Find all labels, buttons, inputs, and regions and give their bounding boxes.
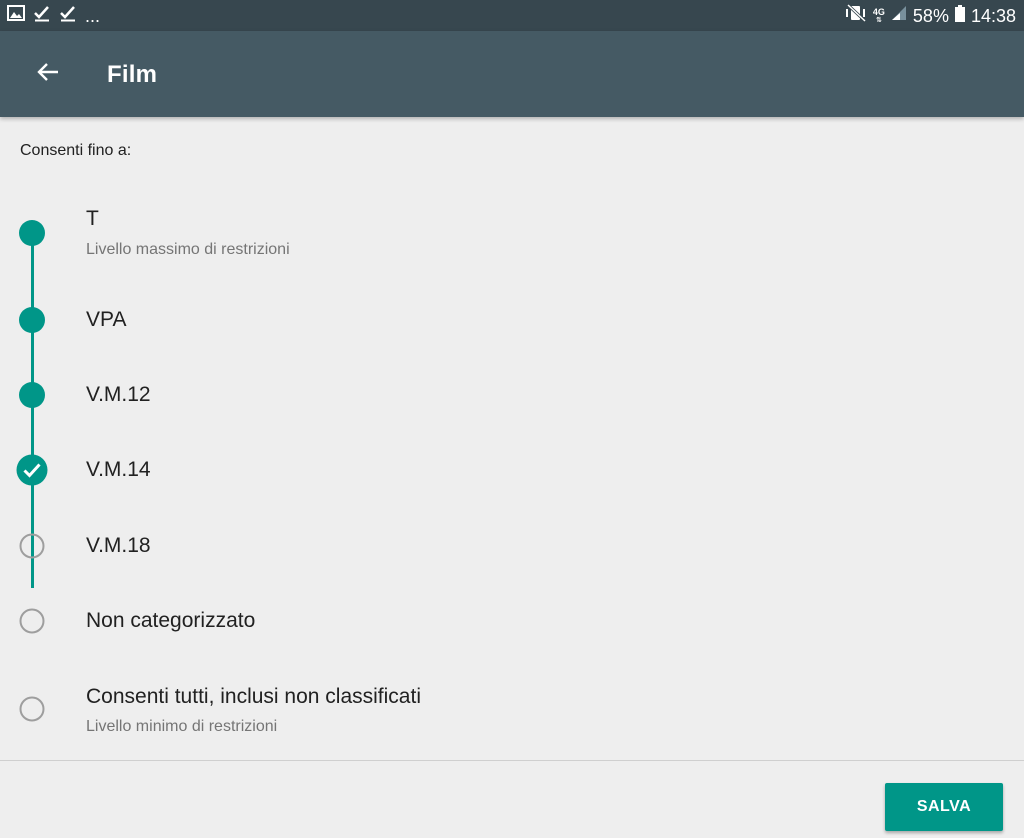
rating-option-t[interactable]: T Livello massimo di restrizioni: [0, 203, 1024, 277]
rating-option-vm14[interactable]: V.M.14: [0, 435, 1024, 505]
page-title: Film: [107, 61, 158, 88]
footer-divider: [0, 760, 1024, 761]
status-time: 14:38: [970, 5, 1016, 26]
rating-option-allow-all[interactable]: Consenti tutti, inclusi non classificati…: [0, 677, 1024, 751]
rating-option-title: V.M.12: [86, 383, 151, 406]
included-dot-icon: [18, 219, 46, 247]
rating-option-subtitle: Livello massimo di restrizioni: [86, 241, 290, 258]
network-type-label: 4G ⇅: [872, 6, 885, 24]
check-circle-icon: [16, 454, 48, 486]
rating-option-title: V.M.18: [86, 534, 151, 557]
rating-option-vm12[interactable]: V.M.12: [0, 360, 1024, 430]
vibrate-mute-icon: [845, 3, 867, 27]
battery-percent: 58%: [912, 5, 949, 26]
included-dot-icon: [18, 381, 46, 409]
status-bar-right: 4G ⇅ 58% 14:38: [845, 3, 1016, 27]
included-dot-icon: [18, 306, 46, 334]
radio-unselected-icon: [18, 532, 46, 560]
rating-option-title: Non categorizzato: [86, 609, 256, 632]
status-bar: ... 4G ⇅ 58% 14:38: [0, 0, 1024, 31]
check-icon: [33, 4, 51, 27]
arrow-back-icon: [36, 60, 60, 89]
signal-icon: [891, 5, 907, 26]
rating-option-title: T: [86, 207, 99, 230]
radio-unselected-icon: [18, 695, 46, 723]
rating-selector: Consenti fino a: T Livello massimo di re…: [0, 117, 1024, 761]
rating-option-vm18[interactable]: V.M.18: [0, 510, 1024, 580]
image-icon: [7, 5, 25, 26]
rating-option-title: V.M.14: [86, 458, 151, 481]
radio-unselected-icon: [18, 607, 46, 635]
check-icon: [59, 4, 77, 27]
more-notifications-indicator: ...: [85, 5, 101, 26]
rating-option-vpa[interactable]: VPA: [0, 285, 1024, 355]
status-bar-left: ...: [7, 4, 100, 27]
app-bar: Film: [0, 31, 1024, 117]
save-button[interactable]: SALVA: [885, 783, 1003, 831]
intro-label: Consenti fino a:: [20, 142, 132, 159]
rating-option-title: Consenti tutti, inclusi non classificati: [86, 685, 421, 708]
rating-option-subtitle: Livello minimo di restrizioni: [86, 718, 278, 735]
rating-option-uncategorized[interactable]: Non categorizzato: [0, 585, 1024, 655]
battery-icon: [954, 4, 965, 27]
rating-option-title: VPA: [86, 308, 127, 331]
back-button[interactable]: [26, 52, 70, 96]
